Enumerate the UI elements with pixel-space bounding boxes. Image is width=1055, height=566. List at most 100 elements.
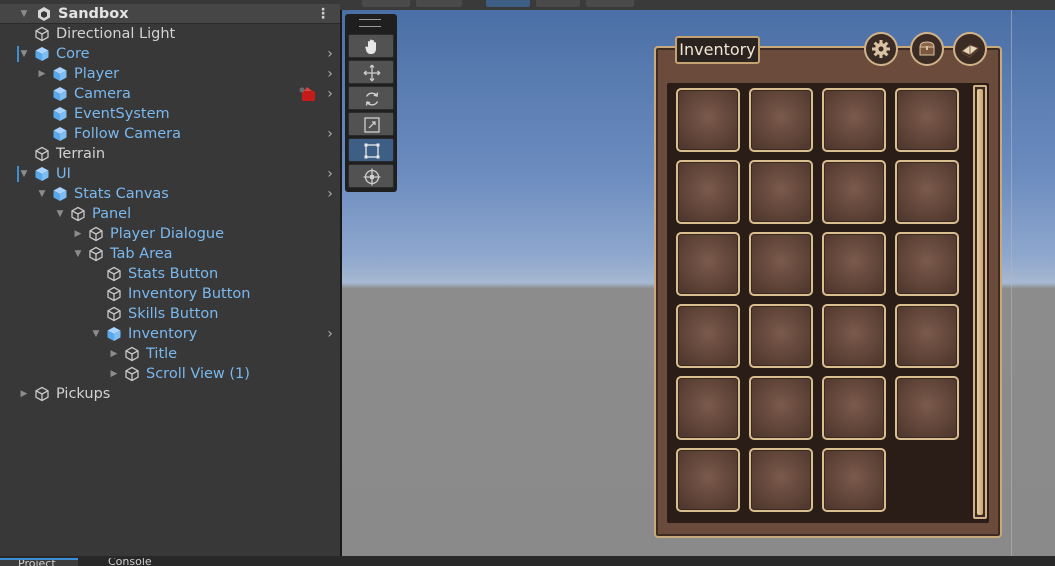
settings-button[interactable] (864, 32, 898, 66)
inventory-slot[interactable] (822, 304, 886, 368)
hand-tool-button[interactable] (348, 34, 394, 58)
hierarchy-item[interactable]: ▶ Scroll View (1) (0, 364, 340, 384)
chevron-right-icon[interactable]: › (324, 124, 336, 144)
toolbar-button[interactable] (362, 0, 410, 7)
inventory-slot[interactable] (822, 160, 886, 224)
inventory-slot[interactable] (676, 160, 740, 224)
inventory-slot[interactable] (676, 232, 740, 296)
drag-handle[interactable] (359, 19, 381, 27)
inventory-slot[interactable] (895, 376, 959, 440)
hierarchy-item[interactable]: ▼ Panel (0, 204, 340, 224)
scene-name: Sandbox (58, 6, 129, 22)
move-tool-button[interactable] (348, 60, 394, 84)
hierarchy-item[interactable]: ▼ Stats Canvas › (0, 184, 340, 204)
collapse-arrow-icon[interactable]: ▼ (90, 324, 102, 344)
collapse-arrow-icon[interactable]: ▼ (54, 204, 66, 224)
transform-tool-button[interactable] (348, 164, 394, 188)
hierarchy-item-label: UI (56, 166, 71, 182)
book-button[interactable] (953, 32, 987, 66)
hierarchy-item[interactable]: ▼ UI › (0, 164, 340, 184)
hierarchy-item[interactable]: Camera › (0, 84, 340, 104)
inventory-slot[interactable] (895, 304, 959, 368)
inventory-slot[interactable] (822, 232, 886, 296)
hierarchy-item[interactable]: ▶ Pickups (0, 384, 340, 404)
tab-console[interactable]: Console (86, 558, 176, 566)
expand-arrow-icon[interactable]: ▶ (36, 64, 48, 84)
collapse-arrow-icon[interactable]: ▼ (18, 164, 30, 184)
expand-arrow-icon[interactable]: ▶ (108, 364, 120, 384)
gameobject-cube-icon (125, 366, 139, 382)
hierarchy-item[interactable]: ▶ Title (0, 344, 340, 364)
expand-arrow-icon[interactable]: ▶ (72, 224, 84, 244)
inventory-slot[interactable] (895, 232, 959, 296)
toolbar-button[interactable] (586, 0, 634, 7)
inventory-slot[interactable] (749, 160, 813, 224)
hierarchy-item[interactable]: ▶ Player › (0, 64, 340, 84)
hierarchy-item[interactable]: Inventory Button (0, 284, 340, 304)
chevron-right-icon[interactable]: › (324, 184, 336, 204)
inventory-slot[interactable] (895, 160, 959, 224)
hierarchy-item-label: Stats Button (128, 266, 219, 282)
inventory-slot[interactable] (822, 376, 886, 440)
scene-header[interactable]: ▼ Sandbox ⋮ (0, 4, 340, 24)
rect-transform-icon (364, 143, 380, 159)
hierarchy-item[interactable]: Follow Camera › (0, 124, 340, 144)
gameobject-cube-icon (107, 286, 121, 302)
chevron-right-icon[interactable]: › (324, 44, 336, 64)
toolbar-button[interactable] (536, 0, 580, 7)
inventory-slot[interactable] (749, 88, 813, 152)
inventory-scrollbar[interactable] (973, 85, 987, 519)
chevron-right-icon[interactable]: › (324, 164, 336, 184)
scrollbar-handle[interactable] (977, 89, 983, 515)
rotate-tool-button[interactable] (348, 86, 394, 110)
hierarchy-item-label: Tab Area (110, 246, 173, 262)
toolbar-button[interactable] (486, 0, 530, 7)
inventory-slot[interactable] (895, 88, 959, 152)
hierarchy-item[interactable]: Stats Button (0, 264, 340, 284)
chevron-right-icon[interactable]: › (324, 84, 336, 104)
inventory-slot[interactable] (749, 448, 813, 512)
inventory-slot[interactable] (676, 304, 740, 368)
hierarchy-item[interactable]: Skills Button (0, 304, 340, 324)
hierarchy-item[interactable]: EventSystem (0, 104, 340, 124)
chest-button[interactable] (910, 32, 944, 66)
hierarchy-item-label: EventSystem (74, 106, 170, 122)
camera-gizmo-icon[interactable] (298, 85, 318, 103)
inventory-slot[interactable] (676, 448, 740, 512)
collapse-arrow-icon[interactable]: ▼ (72, 244, 84, 264)
rotate-icon (365, 92, 379, 106)
hierarchy-item-label: Inventory (128, 326, 198, 342)
hierarchy-item-label: Skills Button (128, 306, 219, 322)
inventory-slot[interactable] (822, 88, 886, 152)
inventory-slot[interactable] (749, 376, 813, 440)
scale-tool-button[interactable] (348, 112, 394, 136)
collapse-arrow-icon[interactable]: ▼ (36, 184, 48, 204)
chevron-right-icon[interactable]: › (324, 64, 336, 84)
inventory-slot[interactable] (822, 448, 886, 512)
toolbar-button[interactable] (416, 0, 462, 7)
bottom-tab-bar: Project Console (0, 556, 1055, 566)
rect-tool-button[interactable] (348, 138, 394, 162)
chevron-right-icon[interactable]: › (324, 324, 336, 344)
hierarchy-item-label: Directional Light (56, 26, 176, 42)
hierarchy-item[interactable]: ▶ Player Dialogue (0, 224, 340, 244)
hierarchy-item[interactable]: ▼ Inventory › (0, 324, 340, 344)
inventory-slot[interactable] (749, 232, 813, 296)
hierarchy-item[interactable]: ▼ Core › (0, 44, 340, 64)
prefab-cube-icon (53, 187, 67, 201)
hierarchy-item[interactable]: Terrain (0, 144, 340, 164)
scene-header-row[interactable]: ▼ Sandbox ⋮ (0, 4, 340, 24)
expand-arrow-icon[interactable]: ▶ (108, 344, 120, 364)
hierarchy-item[interactable]: ▼ Tab Area (0, 244, 340, 264)
tab-project[interactable]: Project (0, 558, 78, 566)
hierarchy-item-label: Player Dialogue (110, 226, 225, 242)
collapse-arrow-icon[interactable]: ▼ (18, 44, 30, 64)
kebab-menu-icon[interactable]: ⋮ (316, 4, 330, 24)
hierarchy-item[interactable]: Directional Light (0, 24, 340, 44)
canvas-boundary-line (1011, 10, 1012, 556)
expand-arrow-icon[interactable]: ▼ (18, 4, 30, 24)
expand-arrow-icon[interactable]: ▶ (18, 384, 30, 404)
inventory-slot[interactable] (749, 304, 813, 368)
inventory-slot[interactable] (676, 376, 740, 440)
inventory-slot[interactable] (676, 88, 740, 152)
